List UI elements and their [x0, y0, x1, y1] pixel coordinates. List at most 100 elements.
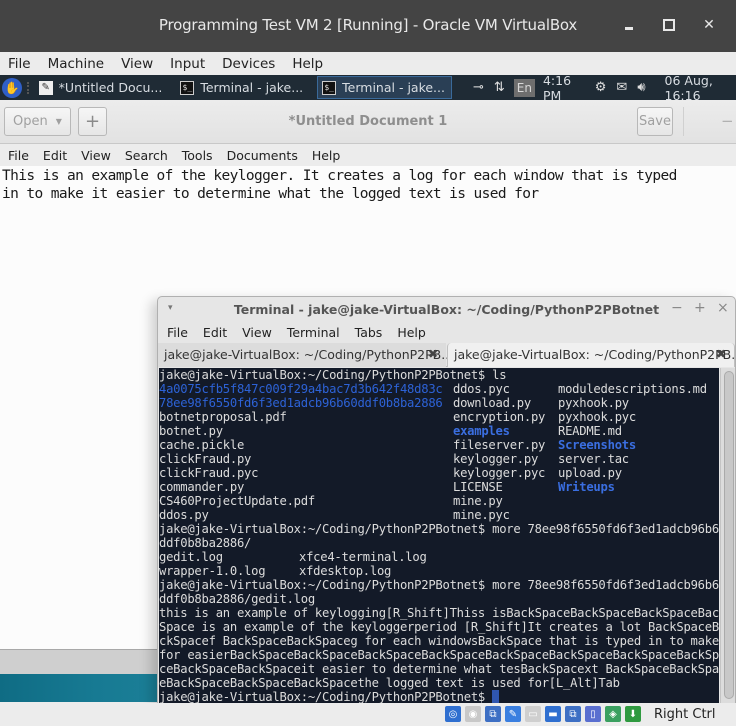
gedit-statusbar	[0, 649, 160, 674]
host-menu-input[interactable]: Input	[170, 56, 205, 72]
log-output-line: this is an example of keylogging[R_Shift…	[159, 606, 719, 620]
file-entry: wrapper-1.0.log	[159, 564, 266, 578]
command-text: ddf0b8ba2886/gedit.log	[159, 592, 315, 606]
terminal-menu-view[interactable]: View	[242, 325, 272, 340]
ls-entry: cache.pickle	[159, 438, 245, 452]
hard-disk-icon[interactable]: ◎	[445, 706, 461, 722]
log-output-line: Space is an example of the keyloggerperi…	[159, 620, 719, 634]
terminal-icon: $_	[180, 80, 195, 95]
terminal-tab-2[interactable]: jake@jake-VirtualBox: ~/Coding/PythonP2P…	[447, 343, 735, 367]
command-text: more 78ee98f6550fd6f3ed1adcb96b60	[485, 578, 719, 592]
ls-entry: ddos.pyc	[453, 382, 510, 396]
ls-entry: encryption.py	[453, 410, 546, 424]
taskbar-item-terminal-1[interactable]: $_ Terminal - jake...	[176, 76, 309, 99]
log-text: this is an example of keylogging[R_Shift…	[159, 606, 719, 620]
save-button[interactable]: Save	[637, 107, 673, 136]
tab-label: jake@jake-VirtualBox: ~/Coding/PythonP2P…	[164, 347, 454, 362]
panel-date[interactable]: 06 Aug, 16:16	[665, 73, 736, 103]
volume-icon[interactable]: 🔊︎	[637, 80, 645, 95]
host-menu-file[interactable]: File	[8, 56, 31, 72]
text-line: This is an example of the keylogger. It …	[2, 168, 677, 184]
close-tab-icon[interactable]: ✖	[716, 347, 726, 361]
terminal-title: Terminal - jake@jake-VirtualBox: ~/Codin…	[233, 302, 660, 317]
network-icon[interactable]: ⧉	[485, 706, 501, 722]
ls-entry: CS460ProjectUpdate.pdf	[159, 494, 315, 508]
log-output-line: ckSpacef BackSpaceBackSpaceg for each wi…	[159, 634, 719, 648]
taskbar-item-label: Terminal - jake...	[200, 80, 304, 95]
taskbar-item-terminal-2[interactable]: $_ Terminal - jake...	[317, 76, 452, 99]
keyboard-layout-indicator[interactable]: En	[513, 78, 535, 97]
ls-row: clickFraud.py keylogger.py server.tac	[159, 452, 719, 466]
terminal-menubar: File Edit View Terminal Tabs Help	[158, 321, 735, 343]
video-capture-icon[interactable]: ⧉	[565, 706, 581, 722]
shell-prompt: jake@jake-VirtualBox:~/Coding/PythonP2PB…	[159, 690, 486, 704]
terminal-menu-tabs[interactable]: Tabs	[355, 325, 383, 340]
terminal-menu-help[interactable]: Help	[397, 325, 426, 340]
host-minimize-button[interactable]	[618, 12, 642, 36]
ls-entry: pyxhook.pyc	[558, 410, 636, 424]
gedit-menu-search[interactable]: Search	[125, 148, 168, 163]
host-maximize-button[interactable]	[657, 12, 681, 36]
shared-folder-icon[interactable]: ▭	[525, 706, 541, 722]
gedit-menu-file[interactable]: File	[8, 148, 29, 163]
ls-entry: server.tac	[558, 452, 629, 466]
ls-entry: ddos.py	[159, 508, 209, 522]
ls-row: CS460ProjectUpdate.pdf mine.py	[159, 494, 719, 508]
ls-entry: Writeups	[558, 480, 615, 494]
close-tab-icon[interactable]: ✖	[428, 347, 438, 361]
ls-entry: commander.py	[159, 480, 245, 494]
headerbar-separator	[683, 107, 684, 136]
minimize-button[interactable]: −	[721, 112, 734, 130]
prompt-line: jake@jake-VirtualBox:~/Coding/PythonP2PB…	[159, 368, 719, 382]
terminal-maximize-button[interactable]: +	[694, 300, 706, 316]
mail-icon[interactable]: ✉	[616, 80, 627, 95]
dir-listing-row: gedit.log xfce4-terminal.log	[159, 550, 719, 564]
ls-entry: pyxhook.py	[558, 396, 629, 410]
gedit-menu-edit[interactable]: Edit	[43, 148, 67, 163]
host-close-button[interactable]: ✕	[697, 12, 721, 36]
log-text: ckSpacef BackSpaceBackSpaceg for each wi…	[159, 634, 719, 648]
taskbar-item-gedit[interactable]: ✎ *Untitled Docu...	[35, 76, 169, 99]
terminal-window: ▾ Terminal - jake@jake-VirtualBox: ~/Cod…	[157, 296, 736, 704]
mouse-integration-icon[interactable]: ⬇	[625, 706, 641, 722]
file-entry: gedit.log	[159, 550, 223, 564]
display-icon[interactable]: ▬	[545, 706, 561, 722]
cpu-icon[interactable]: ▯	[585, 706, 601, 722]
gedit-menu-view[interactable]: View	[81, 148, 111, 163]
host-menu-help[interactable]: Help	[292, 56, 323, 72]
gedit-menu-help[interactable]: Help	[312, 148, 341, 163]
terminal-output[interactable]: jake@jake-VirtualBox:~/Coding/PythonP2PB…	[159, 368, 719, 704]
shell-prompt: jake@jake-VirtualBox:~/Coding/PythonP2PB…	[159, 368, 486, 382]
terminal-menu-file[interactable]: File	[167, 325, 188, 340]
terminal-menu-terminal[interactable]: Terminal	[287, 325, 340, 340]
ls-entry: moduledescriptions.md	[558, 382, 707, 396]
tab-label: jake@jake-VirtualBox: ~/Coding/PythonP2P…	[454, 347, 736, 362]
terminal-tab-1[interactable]: jake@jake-VirtualBox: ~/Coding/PythonP2P…	[158, 343, 453, 367]
optical-drive-icon[interactable]: ◉	[465, 706, 481, 722]
settings-gear-icon[interactable]: ⚙	[595, 80, 607, 95]
terminal-menu-edit[interactable]: Edit	[203, 325, 227, 340]
terminal-close-button[interactable]: ×	[717, 300, 729, 316]
whisker-menu-button[interactable]: ✋	[1, 76, 23, 100]
ls-entry: examples	[453, 424, 510, 438]
terminal-scrollbar[interactable]	[720, 368, 735, 703]
usb-icon[interactable]: ✎	[505, 706, 521, 722]
ls-entry: mine.pyc	[453, 508, 510, 522]
ls-entry: keylogger.pyc	[453, 466, 546, 480]
ls-entry: keylogger.py	[453, 452, 539, 466]
terminal-titlebar[interactable]: ▾ Terminal - jake@jake-VirtualBox: ~/Cod…	[158, 297, 735, 321]
host-menu-devices[interactable]: Devices	[222, 56, 275, 72]
host-menu-machine[interactable]: Machine	[48, 56, 105, 72]
terminal-cursor	[492, 690, 500, 703]
gedit-menu-tools[interactable]: Tools	[182, 148, 213, 163]
terminal-minimize-button[interactable]: −	[671, 300, 683, 316]
power-plug-icon[interactable]: ⊸	[473, 80, 484, 95]
scrollbar-thumb[interactable]	[724, 371, 734, 699]
gedit-menu-documents[interactable]: Documents	[227, 148, 298, 163]
network-arrows-icon[interactable]: ⇅	[494, 80, 505, 95]
terminal-icon: $_	[322, 80, 337, 95]
command-text: ddf0b8ba2886/	[159, 536, 252, 550]
guest-additions-icon[interactable]: ◈	[605, 706, 621, 722]
panel-clock[interactable]: 4:16 PM	[543, 73, 584, 103]
host-menu-view[interactable]: View	[121, 56, 153, 72]
